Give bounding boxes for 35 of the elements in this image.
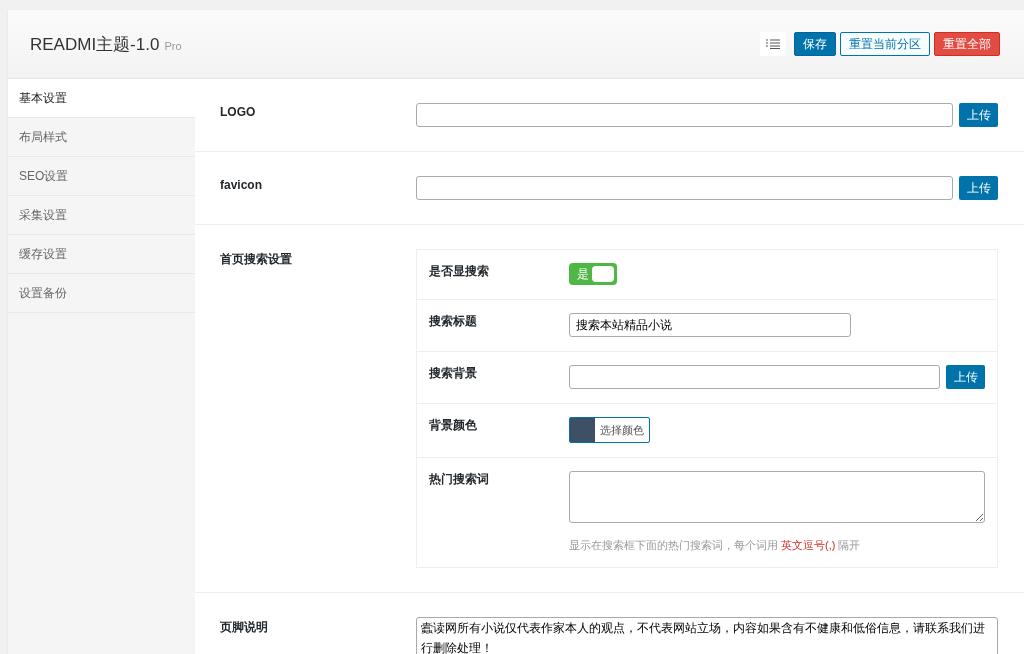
hint-text: 显示在搜索框下面的热门搜索词，每个词用 (569, 539, 778, 551)
field-label: 背景颜色 (429, 417, 478, 434)
field-label: 是否显搜索 (429, 263, 490, 280)
input-field[interactable] (569, 365, 940, 389)
textarea-field[interactable]: 蠹读网所有小说仅代表作家本人的观点，不代表网站立场，内容如果含有不健康和低俗信息，请联系我们进行删除处理！ (416, 617, 998, 654)
upload-button[interactable]: 上传 (946, 365, 985, 389)
field-label: 首页搜索设置 (220, 251, 293, 268)
input-field[interactable] (416, 176, 953, 200)
hint-highlight: 英文逗号(,) (781, 539, 836, 551)
color-picker-button[interactable]: 选择颜色 (569, 417, 650, 443)
sidebar-item[interactable]: 设置备份 (8, 274, 195, 313)
field-label: 页脚说明 (220, 619, 269, 636)
sidebar-item[interactable]: 基本设置 (8, 79, 195, 118)
input-field[interactable]: 搜索本站精品小说 (569, 313, 851, 337)
field-label: 热门搜索词 (429, 471, 490, 488)
sidebar-item[interactable]: 布局样式 (8, 118, 195, 157)
field-label: favicon (220, 177, 263, 194)
sidebar-item[interactable]: 缓存设置 (8, 235, 195, 274)
reset-all-button[interactable]: 重置全部 (934, 32, 1000, 56)
field-label: 搜索标题 (429, 313, 478, 330)
list-toggle-button[interactable] (760, 32, 786, 56)
sidebar-item[interactable]: SEO设置 (8, 157, 195, 196)
version-label: Pro (164, 39, 182, 52)
list-icon (766, 39, 780, 49)
upload-button[interactable]: 上传 (959, 103, 998, 127)
save-button[interactable]: 保存 (794, 32, 836, 56)
panel-title: READMI主题-1.0 (30, 34, 160, 54)
sidebar-item[interactable]: 采集设置 (8, 196, 195, 235)
textarea-field[interactable] (569, 471, 985, 523)
field-label: 搜索背景 (429, 365, 478, 382)
field-label: LOGO (220, 104, 257, 121)
hint-text: 隔开 (838, 539, 861, 551)
reset-section-button[interactable]: 重置当前分区 (840, 32, 930, 56)
input-field[interactable] (416, 103, 953, 127)
upload-button[interactable]: 上传 (959, 176, 998, 200)
